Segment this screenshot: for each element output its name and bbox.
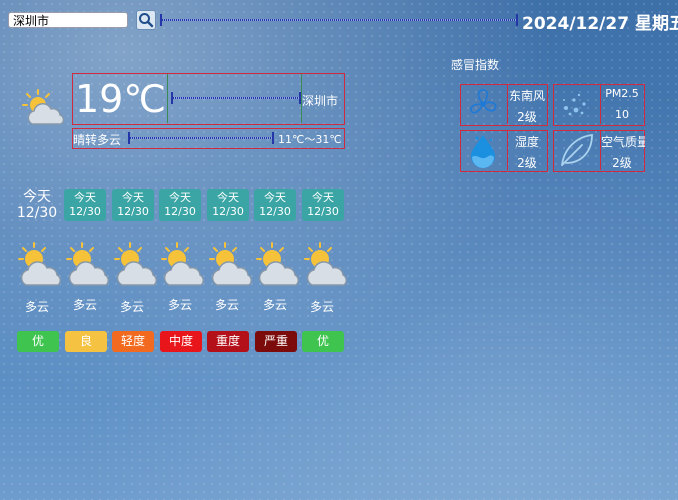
temperature-range: 11℃～31℃ — [278, 133, 342, 146]
humidity-name: 湿度 — [514, 135, 539, 149]
cold-index-title: 感冒指数 — [451, 58, 500, 72]
search-icon — [139, 13, 154, 28]
pm25-value: 10 — [615, 108, 629, 121]
forecast-day-3[interactable]: 今天 12/30 — [112, 189, 154, 221]
partly-cloudy-icon — [18, 242, 61, 286]
air-quality-badge: 优 — [302, 331, 344, 352]
wind-name: 东南风 — [508, 89, 545, 103]
day-date: 12/30 — [69, 205, 101, 218]
city-search-input[interactable] — [8, 12, 128, 28]
day-date: 12/30 — [164, 205, 196, 218]
day-date: 12/30 — [117, 205, 149, 218]
forecast-day-2[interactable]: 今天 12/30 — [64, 189, 106, 221]
day-date: 12/30 — [307, 205, 339, 218]
air-quality-badge: 中度 — [160, 331, 202, 352]
day-date: 12/30 — [259, 205, 291, 218]
forecast-condition: 多云 — [167, 298, 192, 312]
air-quality-badge: 良 — [65, 331, 107, 352]
search-button[interactable] — [136, 10, 156, 30]
partly-cloudy-icon — [114, 242, 157, 286]
range-slider[interactable] — [128, 132, 274, 144]
partly-cloudy-icon — [66, 242, 109, 286]
air-quality-badge: 严重 — [255, 331, 297, 352]
partly-cloudy-icon — [209, 242, 252, 286]
current-temperature: 19℃ — [74, 77, 167, 121]
fan-icon — [470, 89, 497, 114]
air-quality-badge: 轻度 — [112, 331, 154, 352]
top-slider[interactable] — [160, 14, 518, 26]
pm25-name: PM2.5 — [605, 87, 639, 100]
humidity-value: 2级 — [517, 156, 537, 170]
air-quality-name: 空气质量 — [601, 135, 645, 149]
air-quality-value: 2级 — [612, 156, 632, 170]
particles-icon — [563, 93, 586, 116]
air-quality-badge: 优 — [17, 331, 59, 352]
day-label: 今天 — [23, 189, 51, 205]
forecast-day-1[interactable]: 今天 12/30 — [16, 189, 58, 221]
temperature-slider[interactable] — [171, 92, 301, 104]
forecast-day-6[interactable]: 今天 12/30 — [254, 189, 296, 221]
partly-cloudy-icon — [304, 242, 347, 286]
day-label: 今天 — [169, 191, 191, 204]
day-label: 今天 — [217, 191, 239, 204]
forecast-condition: 多云 — [72, 298, 97, 312]
weather-description: 晴转多云 — [73, 133, 122, 147]
day-label: 今天 — [312, 191, 334, 204]
day-label: 今天 — [122, 191, 144, 204]
day-label: 今天 — [74, 191, 96, 204]
forecast-condition: 多云 — [119, 300, 144, 314]
forecast-condition: 多云 — [262, 298, 287, 312]
forecast-day-4[interactable]: 今天 12/30 — [159, 189, 201, 221]
day-label: 今天 — [264, 191, 286, 204]
day-date: 12/30 — [212, 205, 244, 218]
forecast-day-5[interactable]: 今天 12/30 — [207, 189, 249, 221]
current-city: 深圳市 — [302, 94, 339, 108]
air-quality-badge: 重度 — [207, 331, 249, 352]
forecast-condition: 多云 — [309, 300, 334, 314]
partly-cloudy-icon — [22, 89, 65, 125]
forecast-condition: 多云 — [214, 298, 239, 312]
forecast-condition: 多云 — [24, 300, 49, 314]
current-date: 2024/12/27 星期五 — [522, 14, 678, 34]
leaf-icon — [561, 133, 593, 166]
partly-cloudy-icon — [256, 242, 299, 286]
partly-cloudy-icon — [161, 242, 204, 286]
forecast-day-7[interactable]: 今天 12/30 — [302, 189, 344, 221]
wind-value: 2级 — [517, 110, 537, 124]
day-date: 12/30 — [16, 205, 58, 221]
water-drop-icon — [471, 135, 495, 168]
